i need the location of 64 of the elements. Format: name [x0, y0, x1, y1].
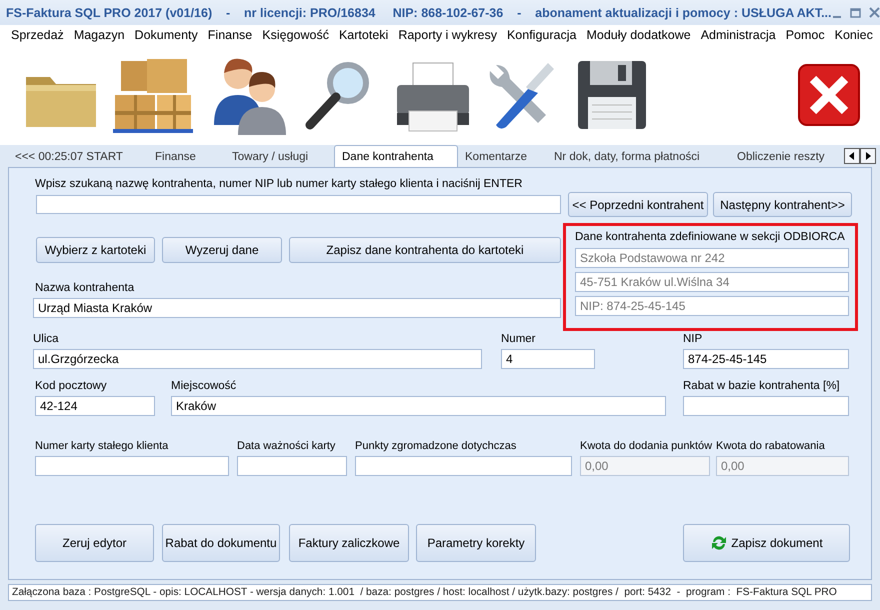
- tab[interactable]: <<< 00:25:07 START: [8, 148, 148, 167]
- field-label: Numer: [501, 332, 537, 346]
- menu-item[interactable]: Dokumenty: [130, 28, 203, 42]
- field-label: Numer karty stałego klienta: [35, 439, 170, 453]
- menu-item[interactable]: Konfiguracja: [502, 28, 582, 42]
- tab[interactable]: Obliczenie reszty: [730, 148, 829, 167]
- input-field[interactable]: [35, 456, 229, 476]
- field-label: Rabat w bazie kontrahenta [%]: [683, 379, 841, 393]
- button[interactable]: Rabat do dokumentu: [162, 524, 280, 562]
- status-bar: Załączona baza : PostgreSQL - opis: LOCALHOST - wersja danych: 1.001 / baza: postgres / host: localhost / użytk.bazy: postgres / port: 5432 - program : FS-Faktura SQL PRO: [8, 584, 872, 601]
- field-label: Kwota do rabatowania: [716, 439, 826, 453]
- menu-item[interactable]: Moduły dodatkowe: [581, 28, 696, 42]
- input-field[interactable]: Urząd Miasta Kraków: [33, 298, 561, 318]
- tab[interactable]: Finanse: [148, 148, 225, 167]
- menu-item[interactable]: Raporty i wykresy: [393, 28, 502, 42]
- input-field[interactable]: Szkoła Podstawowa nr 242: [575, 248, 849, 268]
- field-label: Dane kontrahenta zdefiniowane w sekcji ODBIORCA: [575, 230, 846, 244]
- window-title: FS-Faktura SQL PRO 2017 (v01/16) - nr licencji: PRO/16834 NIP: 868-102-67-36 - abonament aktualizacji i pomocy : USŁUGA AKT...: [6, 6, 832, 20]
- input-field[interactable]: [237, 456, 347, 476]
- menu-item[interactable]: Pomoc: [780, 28, 830, 42]
- button[interactable]: Faktury zaliczkowe: [289, 524, 409, 562]
- button[interactable]: Parametry korekty: [416, 524, 536, 562]
- menu-item[interactable]: Koniec: [830, 28, 878, 42]
- menu-item[interactable]: Sprzedaż: [6, 28, 69, 42]
- menu-item[interactable]: Finanse: [202, 28, 258, 42]
- field-label: Wpisz szukaną nazwę kontrahenta, numer NIP lub numer karty stałego klienta i naciśnij ENTER: [35, 177, 524, 191]
- input-field[interactable]: 4: [501, 349, 595, 369]
- scroll-right-icon[interactable]: [860, 148, 876, 164]
- tab[interactable]: Towary / usługi: [225, 148, 334, 167]
- field-label: NIP: [683, 332, 704, 346]
- input-field[interactable]: 42-124: [35, 396, 155, 416]
- tab[interactable]: Komentarze: [458, 148, 547, 167]
- menu-item[interactable]: Kartoteki: [334, 28, 394, 42]
- input-field[interactable]: 45-751 Kraków ul.Wiślna 34: [575, 272, 849, 292]
- button[interactable]: Wybierz z kartoteki: [36, 237, 155, 263]
- tab[interactable]: Dane kontrahenta: [334, 145, 458, 167]
- field-label: Punkty zgromadzone dotychczas: [355, 439, 518, 453]
- menu-item[interactable]: Administracja: [696, 28, 781, 42]
- maximize-icon[interactable]: [850, 6, 860, 18]
- button[interactable]: << Poprzedni kontrahent: [568, 192, 708, 217]
- input-field[interactable]: [36, 195, 561, 214]
- tab[interactable]: Nr dok, daty, forma płatności: [547, 148, 730, 167]
- button[interactable]: Następny kontrahent>>: [713, 192, 852, 217]
- field-label: Kwota do dodania punktów: [580, 439, 710, 453]
- field-label: Kod pocztowy: [35, 379, 108, 393]
- input-field[interactable]: Kraków: [171, 396, 666, 416]
- field-label: Data ważności karty: [237, 439, 336, 453]
- field-label: Nazwa kontrahenta: [35, 281, 136, 295]
- button[interactable]: Zeruj edytor: [35, 524, 154, 562]
- refresh-icon[interactable]: [710, 534, 728, 552]
- button[interactable]: Wyzeruj dane: [162, 237, 282, 263]
- scroll-left-icon[interactable]: [844, 148, 860, 164]
- menu-item[interactable]: Księgowość: [257, 28, 334, 42]
- menu-item[interactable]: Magazyn: [68, 28, 130, 42]
- input-field[interactable]: ul.Grzgórzecka: [33, 349, 482, 369]
- button[interactable]: Zapisz dokument: [683, 524, 850, 562]
- input-field[interactable]: [355, 456, 572, 476]
- field-label: Miejscowość: [171, 379, 238, 393]
- input-field[interactable]: NIP: 874-25-45-145: [575, 296, 849, 316]
- input-field[interactable]: 874-25-45-145: [683, 349, 849, 369]
- button[interactable]: Zapisz dane kontrahenta do kartoteki: [289, 237, 561, 263]
- input-field[interactable]: [683, 396, 849, 416]
- field-label: Ulica: [33, 332, 60, 346]
- close-icon[interactable]: [797, 63, 861, 127]
